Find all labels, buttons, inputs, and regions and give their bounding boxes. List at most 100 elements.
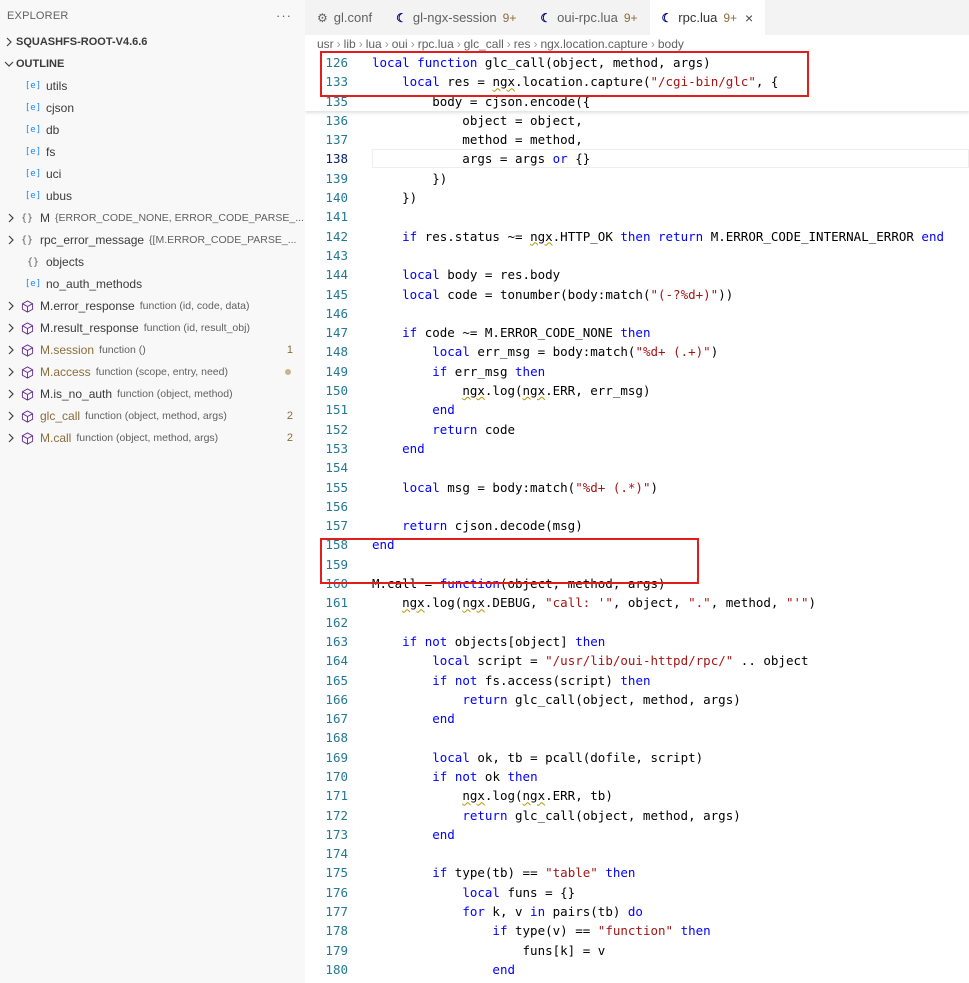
line-number: 180: [325, 961, 348, 977]
line-number: 135: [325, 93, 348, 109]
tab-rpc-lua[interactable]: ☾ rpc.lua 9+ ×: [649, 0, 766, 35]
code-text: if not fs.access(script) then: [432, 672, 651, 688]
outline-item-name: uci: [46, 167, 62, 181]
outline-item[interactable]: glc_call function (object, method, args) 2: [0, 405, 305, 427]
outline-item-name: cjson: [46, 101, 75, 115]
lua-file-icon: ☾: [661, 10, 673, 25]
line-number: 146: [325, 305, 348, 321]
outline-item-name: M: [40, 211, 50, 225]
more-actions-icon[interactable]: ···: [276, 8, 292, 23]
close-icon[interactable]: ×: [745, 10, 753, 26]
outline-item[interactable]: [e] utils: [0, 75, 305, 97]
lua-file-icon: ☾: [540, 10, 552, 25]
outline-item-name: ubus: [46, 189, 73, 203]
breadcrumb-item[interactable]: body: [658, 37, 684, 51]
code-line: 171 ngx.log(ngx.ERR, tb): [305, 786, 969, 805]
line-number: 150: [325, 383, 348, 399]
outline-item[interactable]: [e] uci: [0, 163, 305, 185]
outline-item[interactable]: {} M {ERROR_CODE_NONE, ERROR_CODE_PARSE_..…: [0, 207, 305, 229]
code-text: }): [372, 190, 418, 206]
code-line: 161 ngx.log(ngx.DEBUG, "call: '", object…: [305, 593, 969, 612]
code-line: 160 M.call = function(object, method, arg…: [305, 574, 969, 593]
line-number: 162: [325, 614, 348, 630]
code-line: 179 funs[k] = v: [305, 941, 969, 960]
breadcrumb-item[interactable]: lib: [344, 37, 356, 51]
code-line: 152 return code: [305, 420, 969, 439]
outline-item[interactable]: M.call function (object, method, args) 2: [0, 427, 305, 449]
object-icon: {}: [20, 234, 34, 246]
breadcrumb-item[interactable]: oui: [392, 37, 408, 51]
code-text: end: [402, 440, 425, 456]
breadcrumb-item[interactable]: res: [514, 37, 531, 51]
code-text: end: [432, 711, 455, 727]
line-number: 175: [325, 865, 348, 881]
line-number: 145: [325, 286, 348, 302]
line-number: 154: [325, 460, 348, 476]
line-number: 147: [325, 325, 348, 341]
outline-list: [e] utils [e] cjson [e] db [e] fs [e] uci [e] ubus {…: [0, 75, 305, 449]
line-number: 137: [325, 132, 348, 148]
code-line: 139 }): [305, 169, 969, 188]
code-text: funs[k] = v: [372, 942, 606, 958]
outline-item-detail: function (object, method, args): [85, 410, 227, 422]
outline-item[interactable]: M.access function (scope, entry, need): [0, 361, 305, 383]
line-number: 170: [325, 768, 348, 784]
breadcrumb-item[interactable]: lua: [366, 37, 382, 51]
outline-item[interactable]: M.session function () 1: [0, 339, 305, 361]
outline-item-name: utils: [46, 79, 68, 93]
outline-item[interactable]: {} objects: [0, 251, 305, 273]
code-text: object = object,: [372, 112, 583, 128]
outline-item[interactable]: M.result_response function (id, result_ob…: [0, 317, 305, 339]
line-number: 161: [325, 595, 348, 611]
breadcrumb-item[interactable]: usr: [317, 37, 334, 51]
root-folder-section[interactable]: SQUASHFS-ROOT-V4.6.6: [0, 31, 305, 53]
outline-item[interactable]: [e] fs: [0, 141, 305, 163]
code-text: local err_msg = body:match("%d+ (.+)"): [432, 344, 719, 360]
outline-item-detail: function (scope, entry, need): [95, 366, 228, 378]
outline-item[interactable]: {} rpc_error_message {[M.ERROR_CODE_PARSE_…: [0, 229, 305, 251]
code-line: 156: [305, 497, 969, 516]
code-text: end: [432, 826, 455, 842]
breadcrumb-item[interactable]: glc_call: [464, 37, 504, 51]
code-text: if not ok then: [432, 768, 538, 784]
gear-icon: ⚙: [317, 10, 328, 25]
variable-icon: [e]: [24, 191, 42, 201]
code-line: 172 return glc_call(object, method, args…: [305, 806, 969, 825]
tab-oui-rpc-lua[interactable]: ☾ oui-rpc.lua 9+: [528, 0, 649, 35]
outline-item[interactable]: M.is_no_auth function (object, method): [0, 383, 305, 405]
tab-problem-count: 9+: [502, 10, 517, 25]
code-editor[interactable]: 126 local function glc_call(object, metho…: [305, 53, 969, 983]
tab-gl-ngx-session[interactable]: ☾ gl-ngx-session 9+: [384, 0, 528, 35]
code-line: 170 if not ok then: [305, 767, 969, 786]
outline-item[interactable]: [e] cjson: [0, 97, 305, 119]
chevron-right-icon: [2, 35, 16, 49]
outline-item[interactable]: [e] ubus: [0, 185, 305, 207]
function-cube-icon: [18, 430, 36, 446]
object-icon: {}: [20, 212, 34, 224]
breadcrumb-separator-icon: ›: [384, 37, 389, 51]
line-number: 177: [325, 904, 348, 920]
breadcrumb-item[interactable]: ngx.location.capture: [540, 37, 647, 51]
breadcrumb-item[interactable]: rpc.lua: [418, 37, 454, 51]
outline-item[interactable]: M.error_response function (id, code, data…: [0, 295, 305, 317]
code-text: M.call = function(object, method, args): [372, 576, 666, 592]
code-line: 177 for k, v in pairs(tb) do: [305, 902, 969, 921]
code-text: return glc_call(object, method, args): [462, 691, 741, 707]
breadcrumb-separator-icon: ›: [650, 37, 655, 51]
chevron-right-icon: [4, 365, 18, 379]
function-cube-icon: [18, 386, 36, 402]
code-text: return cjson.decode(msg): [402, 518, 583, 534]
code-text: local ok, tb = pcall(dofile, script): [432, 749, 704, 765]
line-number: 164: [325, 653, 348, 669]
outline-section[interactable]: OUTLINE: [0, 53, 305, 75]
outline-item[interactable]: [e] no_auth_methods: [0, 273, 305, 295]
tab-gl-conf[interactable]: ⚙ gl.conf: [305, 0, 384, 35]
code-line: 126 local function glc_call(object, metho…: [305, 53, 969, 73]
variable-icon: [e]: [24, 169, 42, 179]
line-number: 168: [325, 730, 348, 746]
outline-item[interactable]: [e] db: [0, 119, 305, 141]
outline-item-detail: function (object, method): [117, 388, 233, 400]
